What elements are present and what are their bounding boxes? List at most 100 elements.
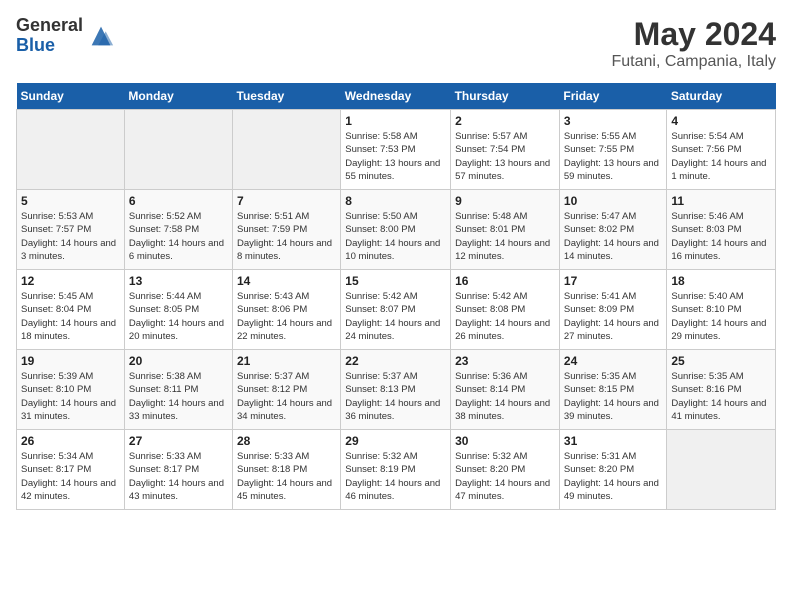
day-detail: Sunrise: 5:33 AM Sunset: 8:18 PM Dayligh… [237, 450, 336, 503]
day-cell [17, 110, 125, 190]
day-number: 6 [129, 194, 228, 208]
day-detail: Sunrise: 5:48 AM Sunset: 8:01 PM Dayligh… [455, 210, 555, 263]
day-detail: Sunrise: 5:41 AM Sunset: 8:09 PM Dayligh… [564, 290, 662, 343]
day-cell: 21 Sunrise: 5:37 AM Sunset: 8:12 PM Dayli… [233, 350, 341, 430]
day-number: 14 [237, 274, 336, 288]
day-number: 19 [21, 354, 120, 368]
day-number: 7 [237, 194, 336, 208]
day-number: 15 [345, 274, 446, 288]
day-number: 17 [564, 274, 662, 288]
day-detail: Sunrise: 5:37 AM Sunset: 8:12 PM Dayligh… [237, 370, 336, 423]
logo-general: General [16, 16, 83, 36]
day-cell: 30 Sunrise: 5:32 AM Sunset: 8:20 PM Dayli… [451, 430, 560, 510]
day-cell: 20 Sunrise: 5:38 AM Sunset: 8:11 PM Dayli… [124, 350, 232, 430]
day-number: 20 [129, 354, 228, 368]
day-cell: 7 Sunrise: 5:51 AM Sunset: 7:59 PM Daylig… [233, 190, 341, 270]
day-number: 9 [455, 194, 555, 208]
day-number: 26 [21, 434, 120, 448]
day-detail: Sunrise: 5:46 AM Sunset: 8:03 PM Dayligh… [671, 210, 771, 263]
day-number: 16 [455, 274, 555, 288]
day-number: 5 [21, 194, 120, 208]
week-row-5: 26 Sunrise: 5:34 AM Sunset: 8:17 PM Dayli… [17, 430, 776, 510]
day-number: 1 [345, 114, 446, 128]
calendar-table: SundayMondayTuesdayWednesdayThursdayFrid… [16, 83, 776, 510]
title-block: May 2024 Futani, Campania, Italy [611, 16, 776, 71]
day-number: 10 [564, 194, 662, 208]
day-header-sunday: Sunday [17, 83, 125, 110]
day-cell [124, 110, 232, 190]
day-detail: Sunrise: 5:40 AM Sunset: 8:10 PM Dayligh… [671, 290, 771, 343]
day-cell: 11Sunrise: 5:46 AM Sunset: 8:03 PM Dayli… [667, 190, 776, 270]
day-cell: 22Sunrise: 5:37 AM Sunset: 8:13 PM Dayli… [341, 350, 451, 430]
day-cell: 4Sunrise: 5:54 AM Sunset: 7:56 PM Daylig… [667, 110, 776, 190]
day-cell: 26 Sunrise: 5:34 AM Sunset: 8:17 PM Dayli… [17, 430, 125, 510]
day-cell: 27 Sunrise: 5:33 AM Sunset: 8:17 PM Dayli… [124, 430, 232, 510]
day-cell [233, 110, 341, 190]
day-cell: 23 Sunrise: 5:36 AM Sunset: 8:14 PM Dayli… [451, 350, 560, 430]
day-detail: Sunrise: 5:35 AM Sunset: 8:16 PM Dayligh… [671, 370, 771, 423]
day-detail: Sunrise: 5:57 AM Sunset: 7:54 PM Dayligh… [455, 130, 555, 183]
day-cell: 14 Sunrise: 5:43 AM Sunset: 8:06 PM Dayli… [233, 270, 341, 350]
day-header-monday: Monday [124, 83, 232, 110]
logo-icon [87, 22, 115, 50]
day-detail: Sunrise: 5:32 AM Sunset: 8:19 PM Dayligh… [345, 450, 446, 503]
day-detail: Sunrise: 5:36 AM Sunset: 8:14 PM Dayligh… [455, 370, 555, 423]
day-cell: 15 Sunrise: 5:42 AM Sunset: 8:07 PM Dayli… [341, 270, 451, 350]
day-detail: Sunrise: 5:31 AM Sunset: 8:20 PM Dayligh… [564, 450, 662, 503]
week-row-3: 12Sunrise: 5:45 AM Sunset: 8:04 PM Dayli… [17, 270, 776, 350]
day-cell: 6 Sunrise: 5:52 AM Sunset: 7:58 PM Daylig… [124, 190, 232, 270]
day-cell: 9 Sunrise: 5:48 AM Sunset: 8:01 PM Daylig… [451, 190, 560, 270]
day-number: 18 [671, 274, 771, 288]
day-cell: 31 Sunrise: 5:31 AM Sunset: 8:20 PM Dayli… [559, 430, 666, 510]
day-header-friday: Friday [559, 83, 666, 110]
day-cell: 5 Sunrise: 5:53 AM Sunset: 7:57 PM Daylig… [17, 190, 125, 270]
page-header: General Blue May 2024 Futani, Campania, … [16, 16, 776, 71]
day-number: 8 [345, 194, 446, 208]
day-detail: Sunrise: 5:47 AM Sunset: 8:02 PM Dayligh… [564, 210, 662, 263]
day-detail: Sunrise: 5:42 AM Sunset: 8:07 PM Dayligh… [345, 290, 446, 343]
day-number: 27 [129, 434, 228, 448]
day-number: 29 [345, 434, 446, 448]
day-number: 28 [237, 434, 336, 448]
day-detail: Sunrise: 5:34 AM Sunset: 8:17 PM Dayligh… [21, 450, 120, 503]
day-header-wednesday: Wednesday [341, 83, 451, 110]
day-detail: Sunrise: 5:32 AM Sunset: 8:20 PM Dayligh… [455, 450, 555, 503]
day-detail: Sunrise: 5:43 AM Sunset: 8:06 PM Dayligh… [237, 290, 336, 343]
day-cell: 28 Sunrise: 5:33 AM Sunset: 8:18 PM Dayli… [233, 430, 341, 510]
day-cell: 2 Sunrise: 5:57 AM Sunset: 7:54 PM Daylig… [451, 110, 560, 190]
day-detail: Sunrise: 5:54 AM Sunset: 7:56 PM Dayligh… [671, 130, 771, 183]
day-detail: Sunrise: 5:58 AM Sunset: 7:53 PM Dayligh… [345, 130, 446, 183]
day-detail: Sunrise: 5:42 AM Sunset: 8:08 PM Dayligh… [455, 290, 555, 343]
month-title: May 2024 [611, 16, 776, 53]
day-number: 23 [455, 354, 555, 368]
day-number: 24 [564, 354, 662, 368]
day-number: 31 [564, 434, 662, 448]
location: Futani, Campania, Italy [611, 53, 776, 71]
day-cell: 12Sunrise: 5:45 AM Sunset: 8:04 PM Dayli… [17, 270, 125, 350]
week-row-2: 5 Sunrise: 5:53 AM Sunset: 7:57 PM Daylig… [17, 190, 776, 270]
day-number: 12 [21, 274, 120, 288]
day-number: 2 [455, 114, 555, 128]
day-cell: 24Sunrise: 5:35 AM Sunset: 8:15 PM Dayli… [559, 350, 666, 430]
day-cell: 3Sunrise: 5:55 AM Sunset: 7:55 PM Daylig… [559, 110, 666, 190]
day-number: 25 [671, 354, 771, 368]
day-detail: Sunrise: 5:38 AM Sunset: 8:11 PM Dayligh… [129, 370, 228, 423]
day-cell: 17 Sunrise: 5:41 AM Sunset: 8:09 PM Dayli… [559, 270, 666, 350]
day-cell: 8Sunrise: 5:50 AM Sunset: 8:00 PM Daylig… [341, 190, 451, 270]
day-detail: Sunrise: 5:52 AM Sunset: 7:58 PM Dayligh… [129, 210, 228, 263]
logo-blue: Blue [16, 36, 83, 56]
day-detail: Sunrise: 5:51 AM Sunset: 7:59 PM Dayligh… [237, 210, 336, 263]
day-number: 13 [129, 274, 228, 288]
logo: General Blue [16, 16, 115, 56]
day-detail: Sunrise: 5:33 AM Sunset: 8:17 PM Dayligh… [129, 450, 228, 503]
day-number: 22 [345, 354, 446, 368]
day-cell [667, 430, 776, 510]
week-row-4: 19Sunrise: 5:39 AM Sunset: 8:10 PM Dayli… [17, 350, 776, 430]
day-number: 21 [237, 354, 336, 368]
week-row-1: 1 Sunrise: 5:58 AM Sunset: 7:53 PM Daylig… [17, 110, 776, 190]
day-header-thursday: Thursday [451, 83, 560, 110]
day-detail: Sunrise: 5:44 AM Sunset: 8:05 PM Dayligh… [129, 290, 228, 343]
days-header-row: SundayMondayTuesdayWednesdayThursdayFrid… [17, 83, 776, 110]
day-detail: Sunrise: 5:53 AM Sunset: 7:57 PM Dayligh… [21, 210, 120, 263]
day-number: 30 [455, 434, 555, 448]
